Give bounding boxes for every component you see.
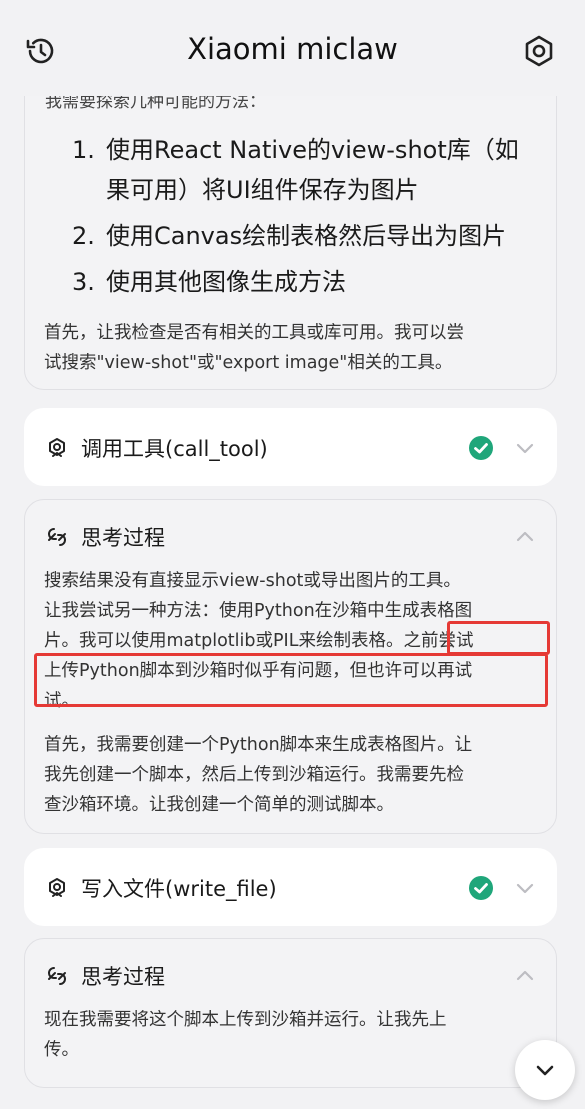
page-title: Xiaomi miclaw: [187, 32, 398, 66]
settings-button[interactable]: [521, 33, 557, 69]
method-list: 1. 使用React Native的view-shot库（如 果可用）将UI组件保存…: [44, 130, 534, 308]
reasoning-paragraph: 首先，让我检查是否有相关的工具或库可用。我可以尝 试搜索"view-shot"或…: [44, 323, 464, 373]
settings-icon: [525, 35, 553, 67]
thinking-text-2: 首先，我需要创建一个Python脚本来生成表格图片。让 我先创建一个脚本，然后上…: [44, 735, 473, 815]
chevron-down-icon[interactable]: [514, 877, 536, 899]
thinking-card: 思考过程 现在我需要将这个脚本上传到沙箱并运行。让我先上 传。: [24, 938, 557, 1088]
list-item: 1. 使用React Native的view-shot库（如 果可用）将UI组件保存…: [72, 136, 519, 204]
chevron-up-icon[interactable]: [514, 965, 536, 987]
tool-icon: [49, 878, 65, 897]
chevron-down-icon[interactable]: [514, 437, 536, 459]
tool-call-label: 调用工具(call_tool): [81, 437, 268, 461]
thinking-label: 思考过程: [81, 526, 165, 550]
check-circle-icon: [469, 436, 493, 460]
list-item: 2. 使用Canvas绘制表格然后导出为图片: [72, 222, 507, 250]
thinking-header[interactable]: 思考过程: [25, 939, 556, 1013]
app-header: Xiaomi miclaw: [0, 0, 585, 96]
think-icon: [48, 528, 66, 546]
write-file-label: 写入文件(write_file): [81, 877, 277, 901]
highlight-box: [447, 621, 550, 655]
highlight-box: [34, 653, 548, 707]
thinking-text: 现在我需要将这个脚本上传到沙箱并运行。让我先上 传。: [44, 1010, 447, 1060]
chevron-up-icon[interactable]: [514, 526, 536, 548]
thinking-header[interactable]: 思考过程: [25, 500, 556, 574]
chevron-down-icon: [536, 1065, 554, 1076]
tool-icon: [49, 438, 65, 457]
write-file-card[interactable]: 写入文件(write_file): [24, 848, 557, 926]
tool-call-card[interactable]: 调用工具(call_tool): [24, 408, 557, 486]
list-item: 3. 使用其他图像生成方法: [72, 268, 346, 296]
scroll-down-button[interactable]: [515, 1040, 575, 1100]
check-circle-icon: [469, 876, 493, 900]
think-icon: [48, 967, 66, 985]
thinking-label: 思考过程: [81, 965, 165, 989]
